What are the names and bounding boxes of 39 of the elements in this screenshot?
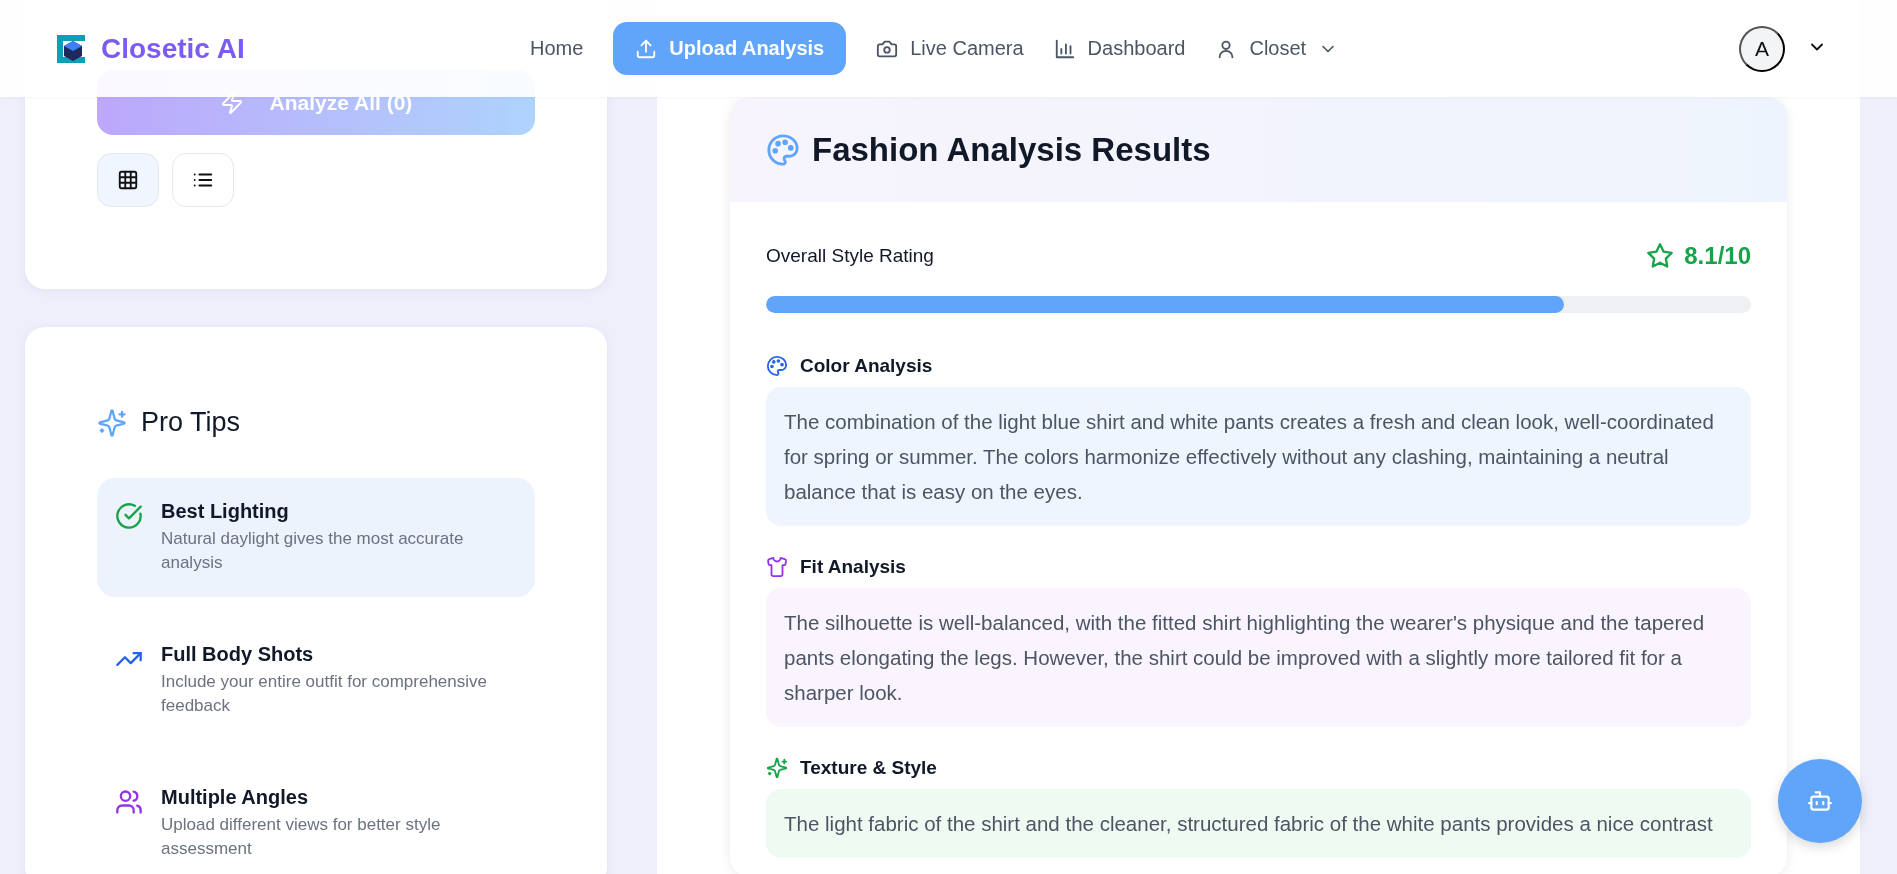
tip-item[interactable]: Full Body Shots Include your entire outfit for comprehensive feedback <box>97 621 535 740</box>
analysis-text: The light fabric of the shirt and the cleaner, structured fabric of the white pants provides a nice contrast <box>766 789 1751 858</box>
people-icon <box>115 788 143 816</box>
tip-title: Full Body Shots <box>161 643 315 666</box>
palette-icon <box>766 132 800 167</box>
section-heading: Fit Analysis <box>800 556 906 578</box>
analysis-text: The combination of the light blue shirt and white pants creates a fresh and clean look, well-coordinated for spring or summer. The colors harmonize effectively without any clashing, maintaining a neutral balance that is easy on the eyes. <box>766 387 1751 526</box>
nav-link[interactable]: Dashboard <box>1053 22 1186 75</box>
analysis-text: The silhouette is well-balanced, with the fitted shirt highlighting the wearer's physique and the tapered pants elongating the legs. However, the shirt could be improved with a slightly more tailored fit for a sharper look. <box>766 588 1751 727</box>
sparkle-icon <box>766 757 788 779</box>
list-view-button[interactable] <box>172 153 234 207</box>
tip-title: Multiple Angles <box>161 786 310 809</box>
nav-link[interactable]: Closet <box>1215 22 1339 75</box>
tip-text: Upload different views for better style assessment <box>161 814 442 860</box>
bar-chart-icon <box>1053 37 1076 60</box>
grid-icon <box>117 169 139 191</box>
sparkle-icon <box>97 407 127 438</box>
check-circle-icon <box>115 502 143 530</box>
robot-icon <box>1807 788 1833 814</box>
brand-name: Closetic AI <box>101 32 245 65</box>
cube-logo-icon <box>55 32 87 65</box>
star-icon <box>1646 242 1675 270</box>
tip-text: Include your entire outfit for comprehensive feedback <box>161 671 488 717</box>
results-title: Fashion Analysis Results <box>812 130 1211 169</box>
upload-icon <box>635 37 658 60</box>
section-heading: Color Analysis <box>800 355 933 377</box>
palette-icon <box>766 355 788 377</box>
tip-item[interactable]: Best Lighting Natural daylight gives the most accurate analysis <box>97 478 535 597</box>
rating-label: Overall Style Rating <box>766 245 934 267</box>
section-title: Pro Tips <box>141 407 241 438</box>
section-heading: Texture & Style <box>800 757 937 779</box>
tip-item[interactable]: Multiple Angles Upload different views for better style assessment <box>97 764 535 874</box>
tip-title: Best Lighting <box>161 500 290 523</box>
shirt-icon <box>766 556 788 578</box>
tip-text: Natural daylight gives the most accurate analysis <box>161 528 465 574</box>
nav-link[interactable]: Live Camera <box>876 22 1024 75</box>
grid-view-button[interactable] <box>97 153 159 207</box>
rating-value: 8.1/10 <box>1684 242 1751 270</box>
avatar[interactable]: A <box>1739 25 1785 72</box>
